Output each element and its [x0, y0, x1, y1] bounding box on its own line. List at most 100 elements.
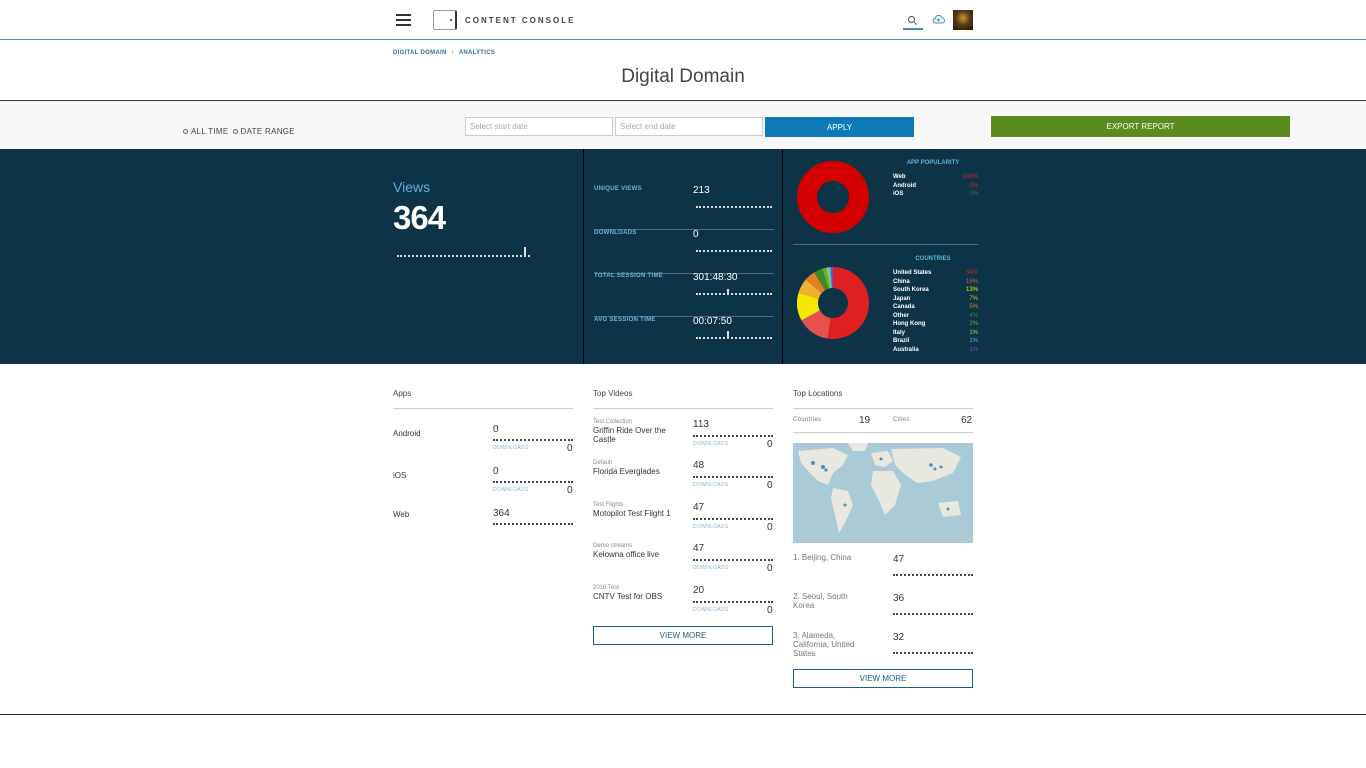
view-more-videos-button[interactable]: VIEW MORE: [593, 626, 773, 645]
video-title[interactable]: CNTV Test for OBS: [593, 592, 683, 601]
legend-value: 2%: [969, 321, 978, 327]
metric-sparkline: [696, 204, 772, 208]
footer-divider: [0, 714, 1366, 715]
metric-downloads: DOWNLOADS 0: [594, 229, 774, 274]
video-downloads-value: 0: [767, 480, 773, 491]
stats-panel: Views 364 UNIQUE VIEWS 213 DOWNLOADS 0 T…: [0, 149, 1366, 364]
legend-row: China 15%: [893, 278, 978, 287]
downloads-label: DOWNLOADS: [693, 482, 729, 488]
app-sparkline: [493, 479, 573, 483]
world-map[interactable]: [793, 443, 973, 543]
app-sparkline: [493, 437, 573, 441]
legend-value: 0%: [969, 191, 978, 197]
top-videos-title: Top Videos: [593, 389, 633, 398]
video-downloads-value: 0: [767, 522, 773, 533]
divider: [782, 149, 783, 364]
metric-value: 301:48:30: [693, 272, 738, 283]
legend-label: Italy: [893, 329, 906, 336]
app-downloads-value: 0: [567, 443, 573, 454]
legend-row: Italy 1%: [893, 329, 978, 338]
cities-count-value: 62: [961, 415, 973, 426]
breadcrumb-item-digital-domain[interactable]: DIGITAL DOMAIN: [393, 50, 447, 56]
breadcrumb-item-analytics[interactable]: ANALYTICS: [459, 50, 495, 56]
countries-legend: United States 54% China 15% South Korea 13% Ja…: [893, 269, 978, 354]
video-downloads-value: 0: [767, 605, 773, 616]
app-name-android: Android: [393, 429, 421, 438]
legend-label: Other: [893, 312, 910, 319]
countries-count-label: Countries: [793, 417, 822, 423]
legend-row: Australia 1%: [893, 346, 978, 355]
location-value: 47: [893, 554, 905, 565]
video-views-value: 48: [693, 460, 705, 471]
video-title[interactable]: Kelowna office live: [593, 550, 683, 559]
app-sparkline: [493, 521, 573, 525]
metric-label: TOTAL SESSION TIME: [594, 273, 664, 279]
view-more-locations-button[interactable]: VIEW MORE: [793, 669, 973, 688]
logo-icon[interactable]: [433, 10, 457, 30]
end-date-input[interactable]: [615, 117, 763, 136]
apps-title: Apps: [393, 389, 412, 398]
video-sparkline: [693, 431, 773, 437]
views-value: 364: [393, 199, 446, 236]
video-title[interactable]: Griffin Ride Over the Castle: [593, 426, 683, 444]
radio-date-range[interactable]: DATE RANGE: [232, 127, 295, 136]
radio-all-time[interactable]: ALL TIME: [183, 127, 229, 136]
downloads-label: DOWNLOADS: [493, 445, 529, 451]
video-title[interactable]: Motopilot Test Flight 1: [593, 509, 683, 518]
top-locations-title: Top Locations: [793, 389, 843, 398]
metric-value: 213: [693, 185, 710, 196]
hamburger-menu-icon[interactable]: [396, 14, 411, 26]
app-popularity-legend: Web 100% Android 0% iOS 0%: [893, 173, 978, 199]
views-sparkline: [397, 247, 530, 257]
legend-value: 5%: [969, 304, 978, 310]
cloud-upload-icon[interactable]: [932, 14, 945, 24]
location-sparkline: [893, 607, 973, 615]
avatar[interactable]: [953, 10, 973, 30]
video-title[interactable]: Florida Everglades: [593, 467, 683, 476]
metric-sparkline: [696, 331, 772, 339]
radio-all-time-label: ALL TIME: [191, 127, 229, 136]
views-label: Views: [393, 179, 431, 195]
export-report-button[interactable]: EXPORT REPORT: [991, 116, 1290, 137]
app-downloads-value: 0: [567, 485, 573, 496]
location-name: 3. Alameda, California, United States: [793, 631, 855, 658]
legend-label: Brazil: [893, 338, 910, 344]
legend-label: Australia: [893, 346, 919, 353]
video-sparkline: [693, 514, 773, 520]
location-name: 1. Beijing, China: [793, 553, 852, 562]
legend-row: Android 0%: [893, 182, 978, 191]
divider: [393, 408, 573, 409]
legend-value: 4%: [969, 312, 978, 319]
legend-value: 100%: [962, 174, 978, 180]
video-sparkline: [693, 597, 773, 603]
legend-label: Web: [893, 174, 906, 180]
legend-label: United States: [893, 270, 932, 276]
donut-slice: [827, 267, 869, 339]
countries-count-value: 19: [859, 415, 871, 426]
legend-label: China: [893, 278, 910, 285]
metric-value: 0: [693, 229, 699, 240]
metric-label: UNIQUE VIEWS: [594, 186, 642, 192]
legend-label: Japan: [893, 295, 911, 302]
legend-label: South Korea: [893, 287, 929, 293]
legend-label: Canada: [893, 304, 915, 310]
video-views-value: 47: [693, 502, 705, 513]
legend-row: Japan 7%: [893, 295, 978, 304]
apply-button[interactable]: APPLY: [765, 117, 914, 137]
countries-donut: [797, 267, 869, 339]
legend-row: Hong Kong 2%: [893, 320, 978, 329]
legend-value: 13%: [965, 287, 978, 293]
downloads-label: DOWNLOADS: [693, 565, 729, 571]
legend-value: 15%: [965, 278, 978, 285]
radio-circle-icon: [232, 129, 238, 134]
donut-slice-web: [797, 161, 869, 233]
app-views-value: 364: [493, 508, 510, 519]
app-popularity-donut: [797, 161, 869, 233]
divider: [583, 149, 584, 364]
start-date-input[interactable]: [465, 117, 613, 136]
time-range-radio-group: ALL TIME DATE RANGE: [183, 127, 295, 136]
search-icon[interactable]: [903, 13, 923, 30]
metric-label: DOWNLOADS: [594, 230, 637, 236]
breadcrumb: DIGITAL DOMAIN › ANALYTICS: [393, 50, 495, 56]
legend-label: Hong Kong: [893, 321, 926, 327]
